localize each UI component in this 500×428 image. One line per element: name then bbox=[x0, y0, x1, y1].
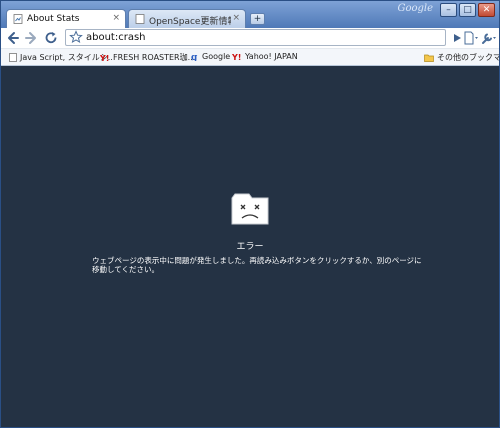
window-controls: – □ ✕ bbox=[440, 3, 495, 17]
page-menu-button[interactable] bbox=[463, 30, 479, 46]
maximize-button[interactable]: □ bbox=[459, 3, 476, 17]
bookmark-label: Google bbox=[202, 52, 231, 61]
crash-page: エラー ウェブページの表示中に問題が発生しました。再読み込みボタンをクリックする… bbox=[1, 66, 499, 427]
tab-openspace[interactable]: OpenSpace更新情報 × bbox=[128, 9, 246, 28]
svg-text:g: g bbox=[191, 53, 198, 61]
wrench-icon bbox=[482, 33, 496, 44]
tab-label: OpenSpace更新情報 bbox=[149, 17, 231, 27]
wrench-menu-button[interactable] bbox=[481, 30, 497, 46]
forward-button[interactable] bbox=[23, 30, 39, 46]
svg-text:Y!: Y! bbox=[100, 54, 109, 62]
tab-close-icon[interactable]: × bbox=[232, 13, 240, 23]
page-icon bbox=[9, 53, 17, 62]
bookmark-label: FRESH ROASTER珈... bbox=[113, 53, 196, 62]
folder-icon bbox=[424, 54, 434, 62]
bookmark-google[interactable]: g Google bbox=[191, 52, 230, 61]
reload-button[interactable] bbox=[43, 30, 59, 46]
bookmark-yahoo-japan[interactable]: Y! Yahoo! JAPAN bbox=[232, 52, 298, 61]
window-brand: Google bbox=[397, 3, 433, 14]
bookmark-fresh-roaster[interactable]: Y! FRESH ROASTER珈... bbox=[100, 52, 195, 63]
sad-folder-icon bbox=[231, 193, 269, 225]
error-message: ウェブページの表示中に問題が発生しました。再読み込みボタンをクリックするか、別の… bbox=[92, 256, 422, 274]
page-menu-icon bbox=[464, 31, 478, 45]
forward-icon bbox=[25, 32, 36, 44]
page-favicon-icon bbox=[13, 14, 23, 24]
minimize-button[interactable]: – bbox=[440, 3, 457, 17]
back-button[interactable] bbox=[5, 30, 21, 46]
yahoo-icon: Y! bbox=[232, 53, 241, 61]
new-tab-button[interactable]: + bbox=[250, 13, 265, 25]
bookmarks-bar: Java Script, スタイルシ.. Y! FRESH ROASTER珈..… bbox=[1, 49, 499, 66]
tab-about-stats[interactable]: About Stats × bbox=[6, 9, 126, 28]
toolbar: about:crash bbox=[1, 28, 499, 49]
svg-text:Y!: Y! bbox=[232, 53, 241, 61]
google-icon: g bbox=[191, 53, 198, 61]
address-bar[interactable]: about:crash bbox=[65, 29, 446, 46]
tab-close-icon[interactable]: × bbox=[112, 13, 120, 23]
page-favicon-icon bbox=[135, 14, 145, 24]
bookmark-label: その他のブックマーク bbox=[437, 53, 499, 62]
error-title: エラー bbox=[236, 242, 264, 252]
reload-icon bbox=[45, 32, 57, 44]
close-window-button[interactable]: ✕ bbox=[478, 3, 495, 17]
yahoo-icon: Y! bbox=[100, 54, 109, 62]
back-icon bbox=[8, 32, 19, 44]
bookmark-label: Java Script, スタイルシ.. bbox=[20, 53, 113, 62]
url-text[interactable]: about:crash bbox=[86, 32, 146, 43]
star-icon[interactable] bbox=[69, 30, 83, 44]
go-icon bbox=[454, 34, 461, 42]
tab-label: About Stats bbox=[27, 14, 80, 24]
browser-window: Google – □ ✕ About Stats × OpenSpace更新情報… bbox=[0, 0, 500, 428]
bookmark-javascript[interactable]: Java Script, スタイルシ.. bbox=[9, 52, 113, 63]
other-bookmarks[interactable]: その他のブックマーク bbox=[424, 52, 499, 63]
title-bar: Google – □ ✕ About Stats × OpenSpace更新情報… bbox=[1, 1, 499, 28]
bookmark-label: Yahoo! JAPAN bbox=[245, 52, 298, 61]
